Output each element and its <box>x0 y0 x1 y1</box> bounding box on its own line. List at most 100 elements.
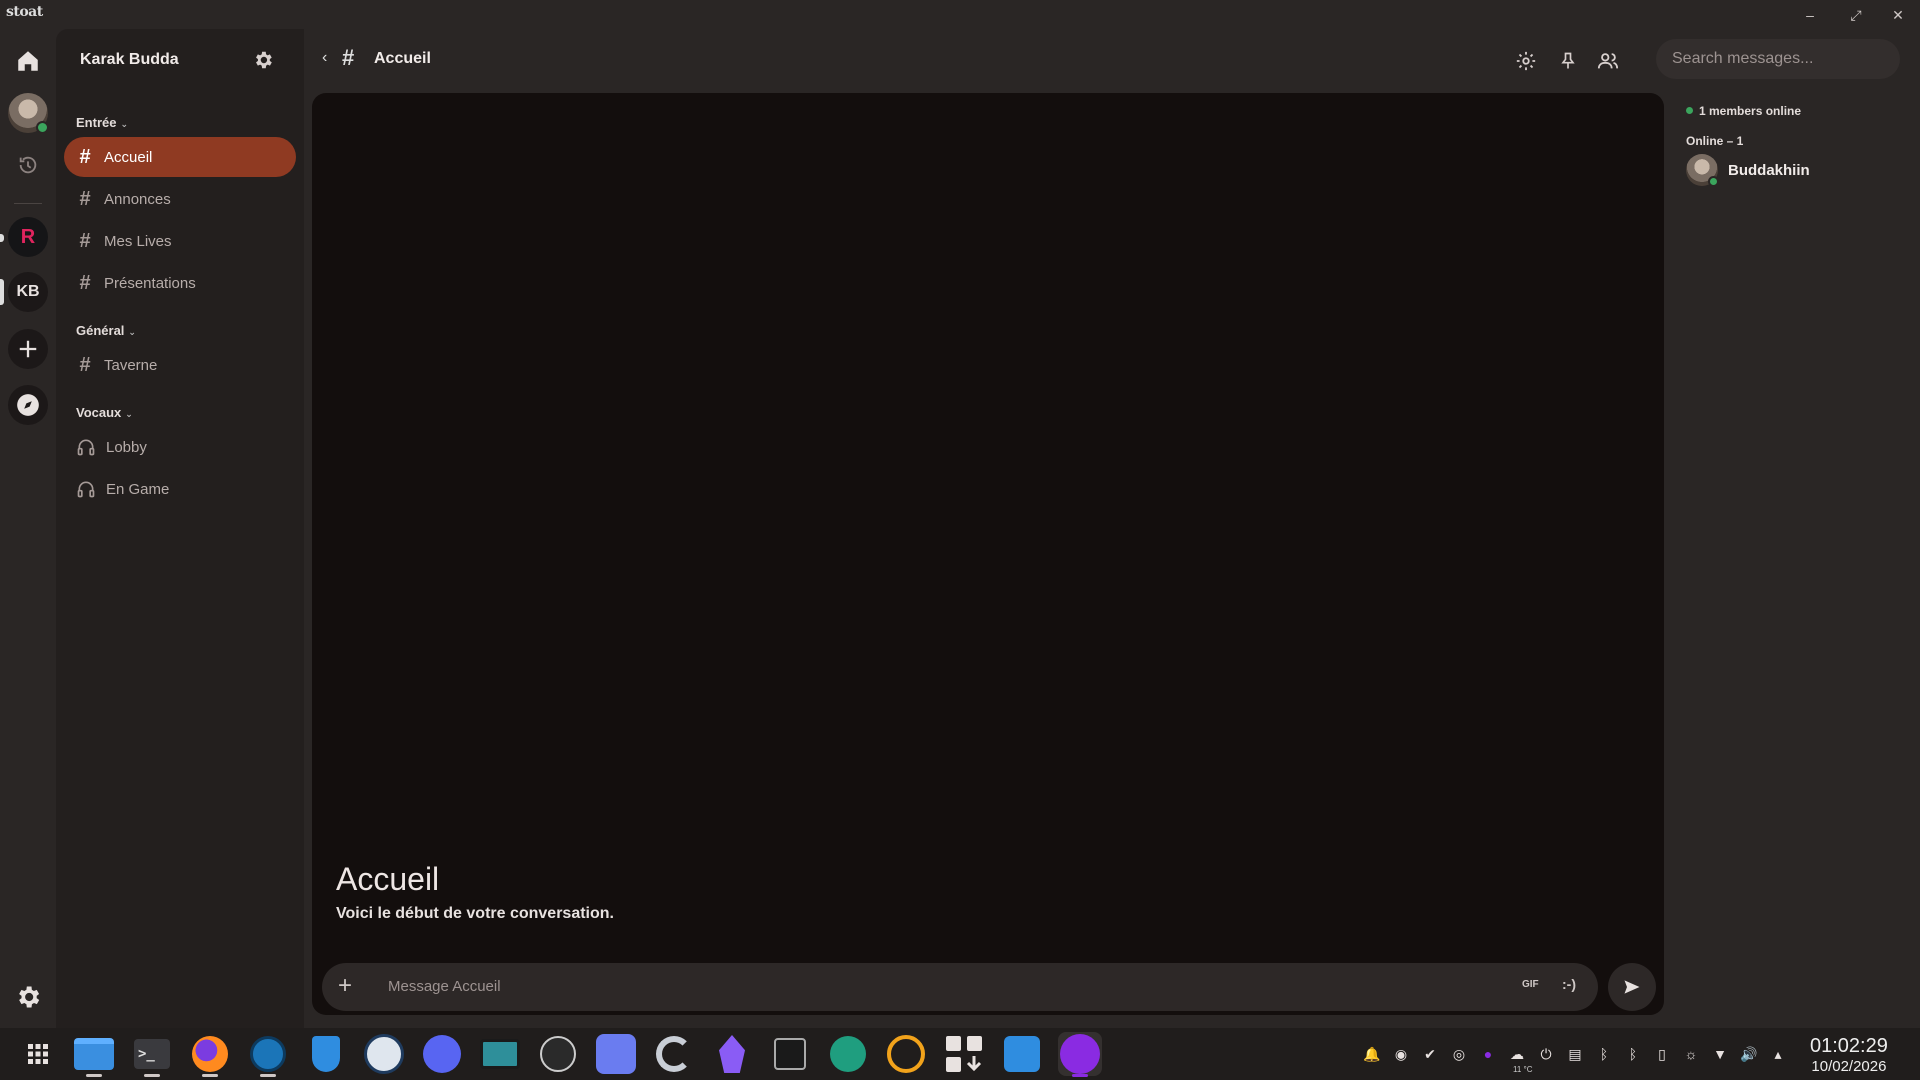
history-icon <box>19 156 37 174</box>
system-tray: 🔔 ◉ ✔ ◎ ● ☁ ⏻ ▤ ᛒ ᛒ ▯ ☼ ▼ 🔊 ▴ <box>1362 1043 1788 1065</box>
dropbox-app[interactable] <box>594 1032 638 1076</box>
gif-button[interactable]: GIF <box>1522 979 1539 990</box>
stoat-tray-icon[interactable]: ● <box>1478 1046 1498 1062</box>
obs-app[interactable] <box>536 1032 580 1076</box>
home-icon <box>18 51 38 71</box>
emoji-button[interactable]: :-) <box>1562 976 1576 992</box>
notification-bell-icon[interactable]: 🔔 <box>1362 1046 1382 1063</box>
utility-app[interactable] <box>826 1032 870 1076</box>
compass-icon <box>17 394 39 416</box>
stoat-app[interactable] <box>1058 1032 1102 1077</box>
store-app[interactable] <box>1000 1032 1044 1076</box>
channel-lobby[interactable]: Lobby <box>64 427 296 467</box>
gear-icon <box>19 986 40 1008</box>
file-manager-app[interactable] <box>72 1032 116 1077</box>
avatar <box>1686 154 1719 187</box>
gear-tool-icon <box>830 1036 866 1072</box>
app-manager-app[interactable] <box>942 1032 986 1076</box>
bluetooth-icon[interactable]: ᛒ <box>1594 1046 1614 1062</box>
server-settings-button[interactable] <box>252 49 276 73</box>
close-button[interactable]: ✕ <box>1880 4 1916 26</box>
category-label: Entrée <box>76 115 117 130</box>
grid-icon <box>28 1044 48 1064</box>
wifi-icon[interactable]: ▼ <box>1710 1046 1730 1062</box>
send-button[interactable] <box>1608 963 1656 1011</box>
steam-app[interactable] <box>246 1032 290 1077</box>
power-tray-icon[interactable]: ⏻ <box>1536 1046 1556 1063</box>
channel-label: En Game <box>106 480 170 498</box>
c-logo-icon <box>656 1036 692 1072</box>
member-list: 1 members online Online – 1 Buddakhiin <box>1664 93 1920 1015</box>
clock[interactable]: 01:02:29 10/02/2026 <box>1810 1035 1888 1075</box>
editor-app[interactable] <box>768 1032 812 1076</box>
terminal-app[interactable]: >_ <box>130 1032 174 1077</box>
channel-annonces[interactable]: # Annonces <box>64 179 296 219</box>
channel-taverne[interactable]: # Taverne <box>64 345 296 385</box>
online-dot-icon <box>1686 107 1693 114</box>
server-kb-button[interactable]: KB <box>8 272 48 312</box>
discover-button[interactable] <box>8 385 48 425</box>
vpn-app[interactable] <box>304 1032 348 1076</box>
history-button[interactable] <box>8 145 48 185</box>
rail-divider <box>14 203 42 204</box>
online-count-label: 1 members online <box>1699 104 1802 118</box>
channel-mes-lives[interactable]: # Mes Lives <box>64 221 296 261</box>
channel-accueil[interactable]: # Accueil <box>64 137 296 177</box>
hash-icon: # <box>79 145 91 168</box>
user-settings-button[interactable] <box>8 977 48 1017</box>
media-app[interactable] <box>478 1032 522 1076</box>
online-status-dot <box>1708 176 1719 187</box>
attach-plus-icon[interactable]: + <box>338 972 352 1000</box>
sync-app[interactable] <box>884 1032 928 1076</box>
server-r-button[interactable]: R <box>8 217 48 257</box>
channel-presentations[interactable]: # Présentations <box>64 263 296 303</box>
sync-icon <box>887 1035 925 1073</box>
discord-tray-icon[interactable]: ◉ <box>1391 1046 1411 1063</box>
members-toggle-button[interactable] <box>1596 49 1620 73</box>
message-area: Accueil Voici le début de votre conversa… <box>312 93 1664 1015</box>
running-indicator <box>86 1074 102 1077</box>
home-button[interactable] <box>8 41 48 81</box>
add-server-button[interactable] <box>8 329 48 369</box>
bluetooth-off-icon[interactable]: ᛒ <box>1623 1046 1643 1062</box>
clipboard-tray-icon[interactable]: ▤ <box>1565 1046 1585 1063</box>
app-logo: stoat <box>6 4 43 20</box>
hash-icon: # <box>79 229 91 252</box>
app-launcher-button[interactable] <box>16 1032 60 1076</box>
running-indicator <box>202 1074 218 1077</box>
channel-en-game[interactable]: En Game <box>64 469 296 509</box>
search-input[interactable]: Search messages... <box>1656 39 1900 79</box>
user-avatar-button[interactable] <box>8 93 49 134</box>
chevron-left-icon[interactable]: ‹ <box>322 49 327 67</box>
message-input[interactable]: Message Accueil <box>388 978 501 995</box>
obsidian-app[interactable] <box>710 1032 754 1076</box>
check-tray-icon[interactable]: ✔ <box>1420 1046 1440 1063</box>
channel-label: Présentations <box>104 274 196 292</box>
category-vocaux[interactable]: Vocaux ⌄ <box>76 405 133 420</box>
chevron-down-icon: ⌄ <box>128 327 136 337</box>
member-item[interactable]: Buddakhiin <box>1686 153 1810 187</box>
brightness-icon[interactable]: ☼ <box>1681 1046 1701 1062</box>
volume-icon[interactable]: 🔊 <box>1739 1046 1759 1063</box>
maximize-button[interactable]: ⤢ <box>1838 4 1874 26</box>
minimize-button[interactable]: – <box>1792 4 1828 26</box>
discord-app[interactable] <box>420 1032 464 1076</box>
weather-icon[interactable]: ☁ <box>1507 1046 1527 1063</box>
pinned-messages-button[interactable] <box>1556 49 1580 73</box>
chevron-up-icon[interactable]: ▴ <box>1768 1046 1788 1063</box>
online-count: 1 members online <box>1686 104 1801 118</box>
category-entree[interactable]: Entrée ⌄ <box>76 115 128 130</box>
member-name: Buddakhiin <box>1728 161 1810 179</box>
steam-tray-icon[interactable]: ◎ <box>1449 1046 1469 1063</box>
channel-settings-button[interactable] <box>1514 49 1538 73</box>
message-composer[interactable]: + Message Accueil GIF :-) <box>322 963 1598 1011</box>
phone-icon[interactable]: ▯ <box>1652 1046 1672 1063</box>
stoat-circle-icon <box>1060 1034 1100 1074</box>
steam-icon <box>250 1036 286 1072</box>
game-launcher-app[interactable] <box>362 1032 406 1076</box>
server-selected-indicator <box>0 279 4 305</box>
browser-c-app[interactable] <box>652 1032 696 1076</box>
dropbox-icon <box>596 1034 636 1074</box>
firefox-app[interactable] <box>188 1032 232 1077</box>
category-general[interactable]: Général ⌄ <box>76 323 136 338</box>
